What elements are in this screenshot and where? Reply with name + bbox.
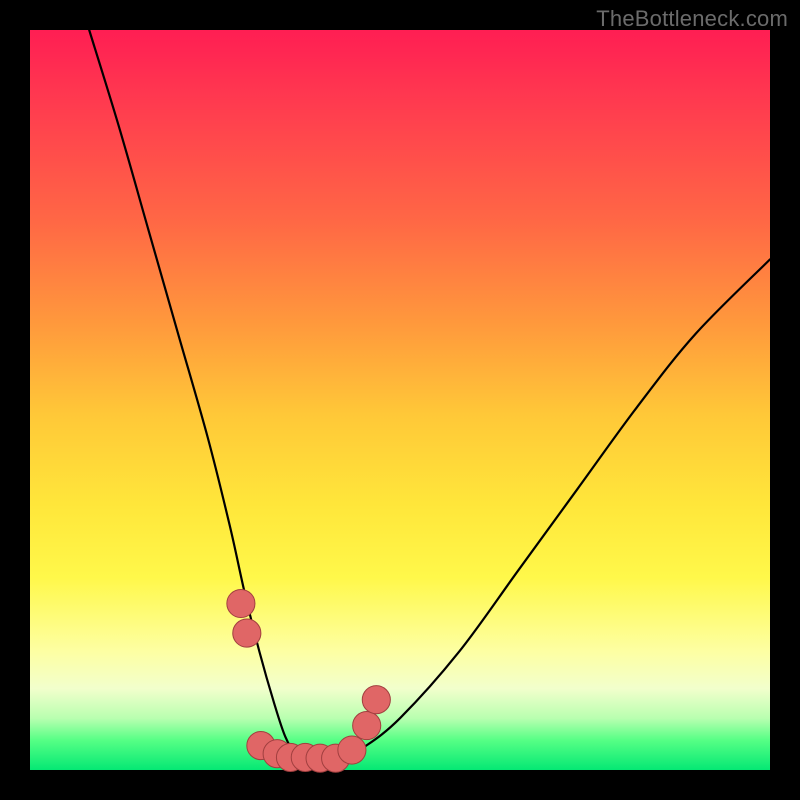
chart-svg (30, 30, 770, 770)
pt-floor-g (338, 736, 366, 764)
pt-right-higher (362, 686, 390, 714)
chart-frame: TheBottleneck.com (0, 0, 800, 800)
bottleneck-curve (89, 30, 770, 763)
plot-area (30, 30, 770, 770)
watermark-text: TheBottleneck.com (596, 6, 788, 32)
pt-right-lower (353, 712, 381, 740)
pt-left-lower (233, 619, 261, 647)
pt-left-upper (227, 589, 255, 617)
